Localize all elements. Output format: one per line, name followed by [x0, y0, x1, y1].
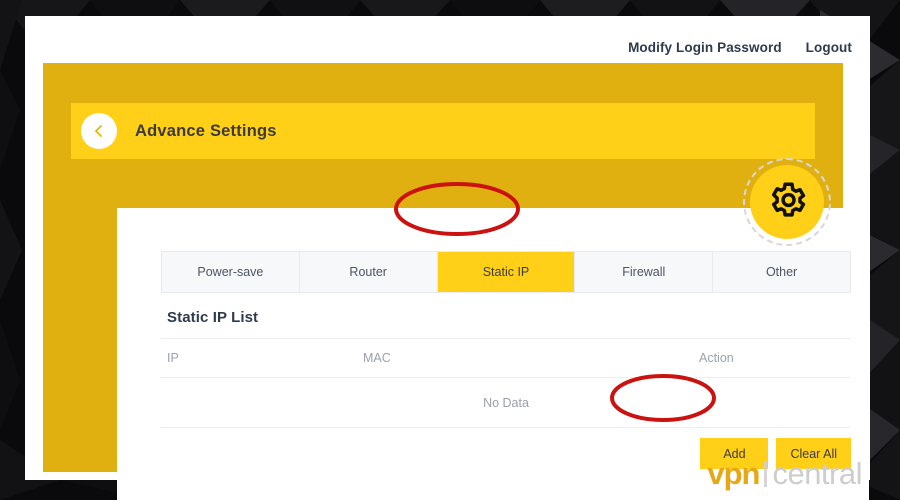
- page-card: Modify Login Password Logout Advance Set…: [25, 16, 870, 500]
- table-empty-state: No Data: [161, 378, 851, 428]
- static-ip-list-title: Static IP List: [167, 309, 259, 326]
- logout-link[interactable]: Logout: [806, 40, 852, 55]
- gear-badge: [743, 158, 831, 246]
- top-bar: Modify Login Password Logout: [628, 40, 852, 55]
- tab-static-ip[interactable]: Static IP: [437, 252, 576, 292]
- watermark-divider: [764, 461, 768, 487]
- advance-settings-panel: Advance Settings Power-save Router Stati…: [43, 63, 869, 500]
- watermark-secondary: central: [772, 456, 862, 491]
- watermark: vpn central: [707, 456, 862, 492]
- settings-gear-button[interactable]: [750, 165, 824, 239]
- tab-router[interactable]: Router: [299, 252, 438, 292]
- settings-tabs: Power-save Router Static IP Firewall Oth…: [161, 251, 851, 293]
- page-title: Advance Settings: [135, 121, 277, 140]
- column-header-action: Action: [699, 351, 734, 365]
- column-header-mac: MAC: [363, 351, 391, 365]
- modify-login-password-link[interactable]: Modify Login Password: [628, 40, 782, 55]
- gear-icon: [766, 179, 808, 226]
- tab-firewall[interactable]: Firewall: [575, 252, 714, 292]
- tab-power-save[interactable]: Power-save: [162, 252, 300, 292]
- table-header-row: IP MAC Action: [161, 338, 851, 378]
- panel-header: Advance Settings: [71, 103, 815, 159]
- back-button[interactable]: [81, 113, 117, 149]
- screenshot-stage: Modify Login Password Logout Advance Set…: [0, 0, 900, 500]
- tab-other[interactable]: Other: [713, 252, 850, 292]
- column-header-ip: IP: [167, 351, 179, 365]
- chevron-left-icon: [91, 123, 107, 139]
- watermark-primary: vpn: [707, 456, 760, 491]
